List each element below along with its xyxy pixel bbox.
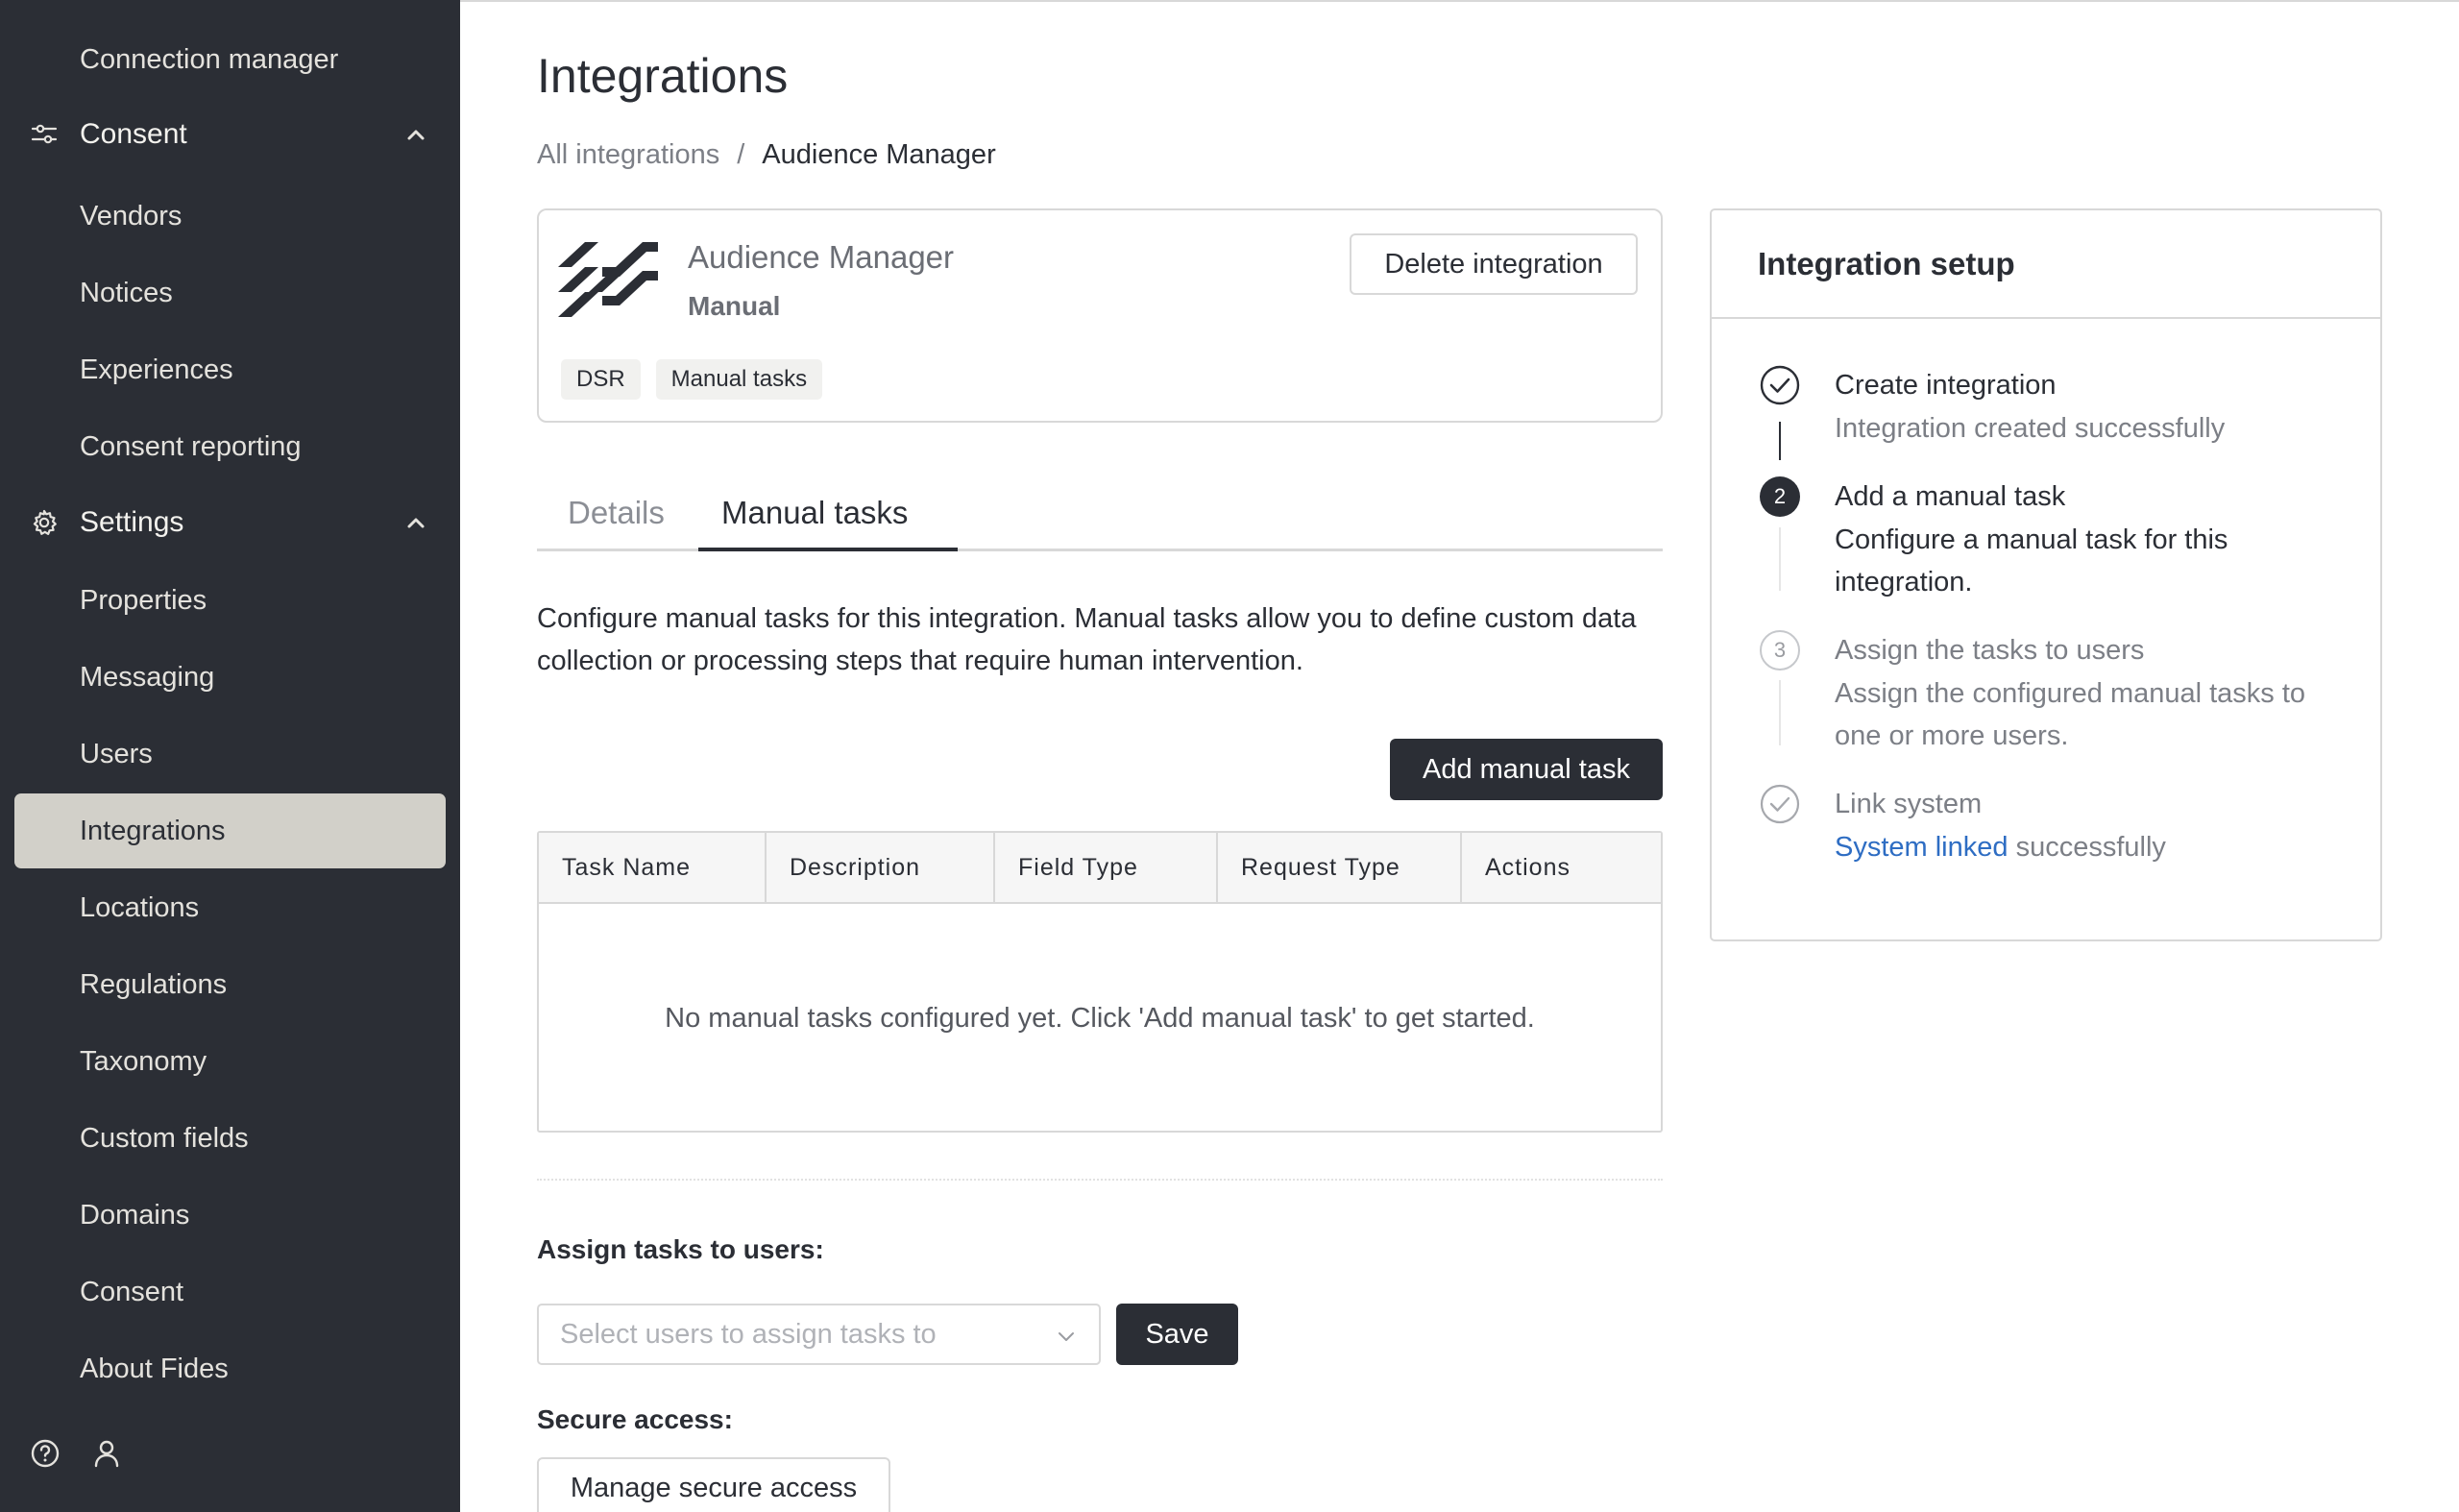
step-2-badge: 2 xyxy=(1760,476,1800,517)
empty-state-message: No manual tasks configured yet. Click 'A… xyxy=(665,1002,1535,1034)
step-2-title: Add a manual task xyxy=(1835,481,2066,512)
sidebar-item-domains[interactable]: Domains xyxy=(14,1178,446,1253)
sliders-icon xyxy=(31,124,58,144)
sidebar-item-consent-settings[interactable]: Consent xyxy=(14,1255,446,1329)
user-icon[interactable] xyxy=(90,1437,123,1470)
column-field-type[interactable]: Field Type xyxy=(995,833,1218,902)
table-header: Task Name Description Field Type Request… xyxy=(539,833,1661,904)
sidebar-item-messaging[interactable]: Messaging xyxy=(14,640,446,715)
step-4-title: Link system xyxy=(1835,789,1983,819)
sidebar-group-settings[interactable]: Settings xyxy=(14,485,446,560)
column-task-name[interactable]: Task Name xyxy=(539,833,767,902)
check-circle-icon xyxy=(1760,784,1800,824)
sidebar-item-regulations[interactable]: Regulations xyxy=(14,947,446,1022)
manual-tasks-table: Task Name Description Field Type Request… xyxy=(537,831,1663,1133)
column-description[interactable]: Description xyxy=(767,833,995,902)
active-tab-indicator xyxy=(698,548,958,551)
integration-name: Audience Manager xyxy=(688,239,955,275)
step-4-description: System linked successfully xyxy=(1835,826,2353,868)
sidebar-item-experiences[interactable]: Experiences xyxy=(14,332,446,407)
sidebar-item-integrations[interactable]: Integrations xyxy=(14,793,446,868)
column-request-type[interactable]: Request Type xyxy=(1218,833,1462,902)
step-1-description: Integration created successfully xyxy=(1835,413,2226,444)
system-linked-link[interactable]: System linked xyxy=(1835,832,2009,863)
gear-icon xyxy=(33,509,57,535)
delete-integration-button[interactable]: Delete integration xyxy=(1350,233,1638,295)
step-connector xyxy=(1779,680,1781,745)
breadcrumb-separator: / xyxy=(737,139,745,170)
step-3-badge: 3 xyxy=(1760,630,1800,671)
chevron-up-icon xyxy=(407,130,425,140)
help-icon[interactable] xyxy=(29,1437,61,1470)
step-4-suffix: successfully xyxy=(2008,832,2166,863)
sidebar-item-locations[interactable]: Locations xyxy=(14,870,446,945)
page-title: Integrations xyxy=(537,49,789,103)
sidebar-item-taxonomy[interactable]: Taxonomy xyxy=(14,1024,446,1099)
tag-manual-tasks: Manual tasks xyxy=(655,359,823,400)
tab-manual-tasks[interactable]: Manual tasks xyxy=(721,475,908,551)
column-actions: Actions xyxy=(1485,853,1570,881)
step-connector xyxy=(1779,422,1781,460)
add-manual-task-button[interactable]: Add manual task xyxy=(1390,739,1663,800)
sidebar-item-consent-reporting[interactable]: Consent reporting xyxy=(14,409,446,484)
save-button[interactable]: Save xyxy=(1116,1304,1238,1365)
step-1-title: Create integration xyxy=(1835,370,2057,401)
sidebar-item-connection-manager[interactable]: Connection manager xyxy=(14,22,446,97)
integration-card: Audience Manager Manual Delete integrati… xyxy=(537,208,1663,423)
sidebar-item-users[interactable]: Users xyxy=(14,717,446,792)
tag-list: DSR Manual tasks xyxy=(561,359,823,400)
tab-details[interactable]: Details xyxy=(568,475,665,551)
breadcrumb-all-integrations[interactable]: All integrations xyxy=(537,139,719,171)
integration-setup-panel: Integration setup Create integration Int… xyxy=(1710,208,2382,941)
assign-tasks-label: Assign tasks to users: xyxy=(537,1234,824,1264)
main-content: Integrations All integrations / Audience… xyxy=(460,0,2459,1512)
manage-secure-access-button[interactable]: Manage secure access xyxy=(537,1457,890,1512)
sidebar-group-consent[interactable]: Consent xyxy=(14,97,446,172)
sidebar: Connection manager Consent Vendors Notic… xyxy=(0,0,460,1512)
tag-dsr: DSR xyxy=(561,359,641,400)
tab-bar: Details Manual tasks xyxy=(537,475,1663,551)
sidebar-item-properties[interactable]: Properties xyxy=(14,563,446,638)
step-3-title: Assign the tasks to users xyxy=(1835,635,2145,666)
step-2-description: Configure a manual task for this integra… xyxy=(1835,524,2228,597)
sidebar-item-vendors[interactable]: Vendors xyxy=(14,179,446,254)
sidebar-item-about-fides[interactable]: About Fides xyxy=(14,1331,446,1406)
breadcrumb-current: Audience Manager xyxy=(762,139,996,170)
step-connector xyxy=(1779,527,1781,591)
sidebar-item-notices[interactable]: Notices xyxy=(14,256,446,330)
assign-users-select[interactable]: Select users to assign tasks to xyxy=(537,1304,1101,1365)
integration-type: Manual xyxy=(688,291,781,321)
chevron-up-icon xyxy=(407,518,425,528)
section-divider xyxy=(537,1179,1663,1181)
breadcrumb: All integrations / Audience Manager xyxy=(537,139,996,171)
secure-access-label: Secure access: xyxy=(537,1404,733,1434)
assign-users-placeholder: Select users to assign tasks to xyxy=(560,1318,937,1350)
step-3-description: Assign the configured manual tasks to on… xyxy=(1835,678,2306,751)
sidebar-item-custom-fields[interactable]: Custom fields xyxy=(14,1101,446,1176)
setup-title: Integration setup xyxy=(1712,210,2380,319)
chevron-down-icon xyxy=(1059,1332,1074,1341)
manual-tasks-description: Configure manual tasks for this integrat… xyxy=(537,603,1637,676)
check-circle-icon xyxy=(1760,365,1800,405)
integration-logo xyxy=(558,242,658,317)
